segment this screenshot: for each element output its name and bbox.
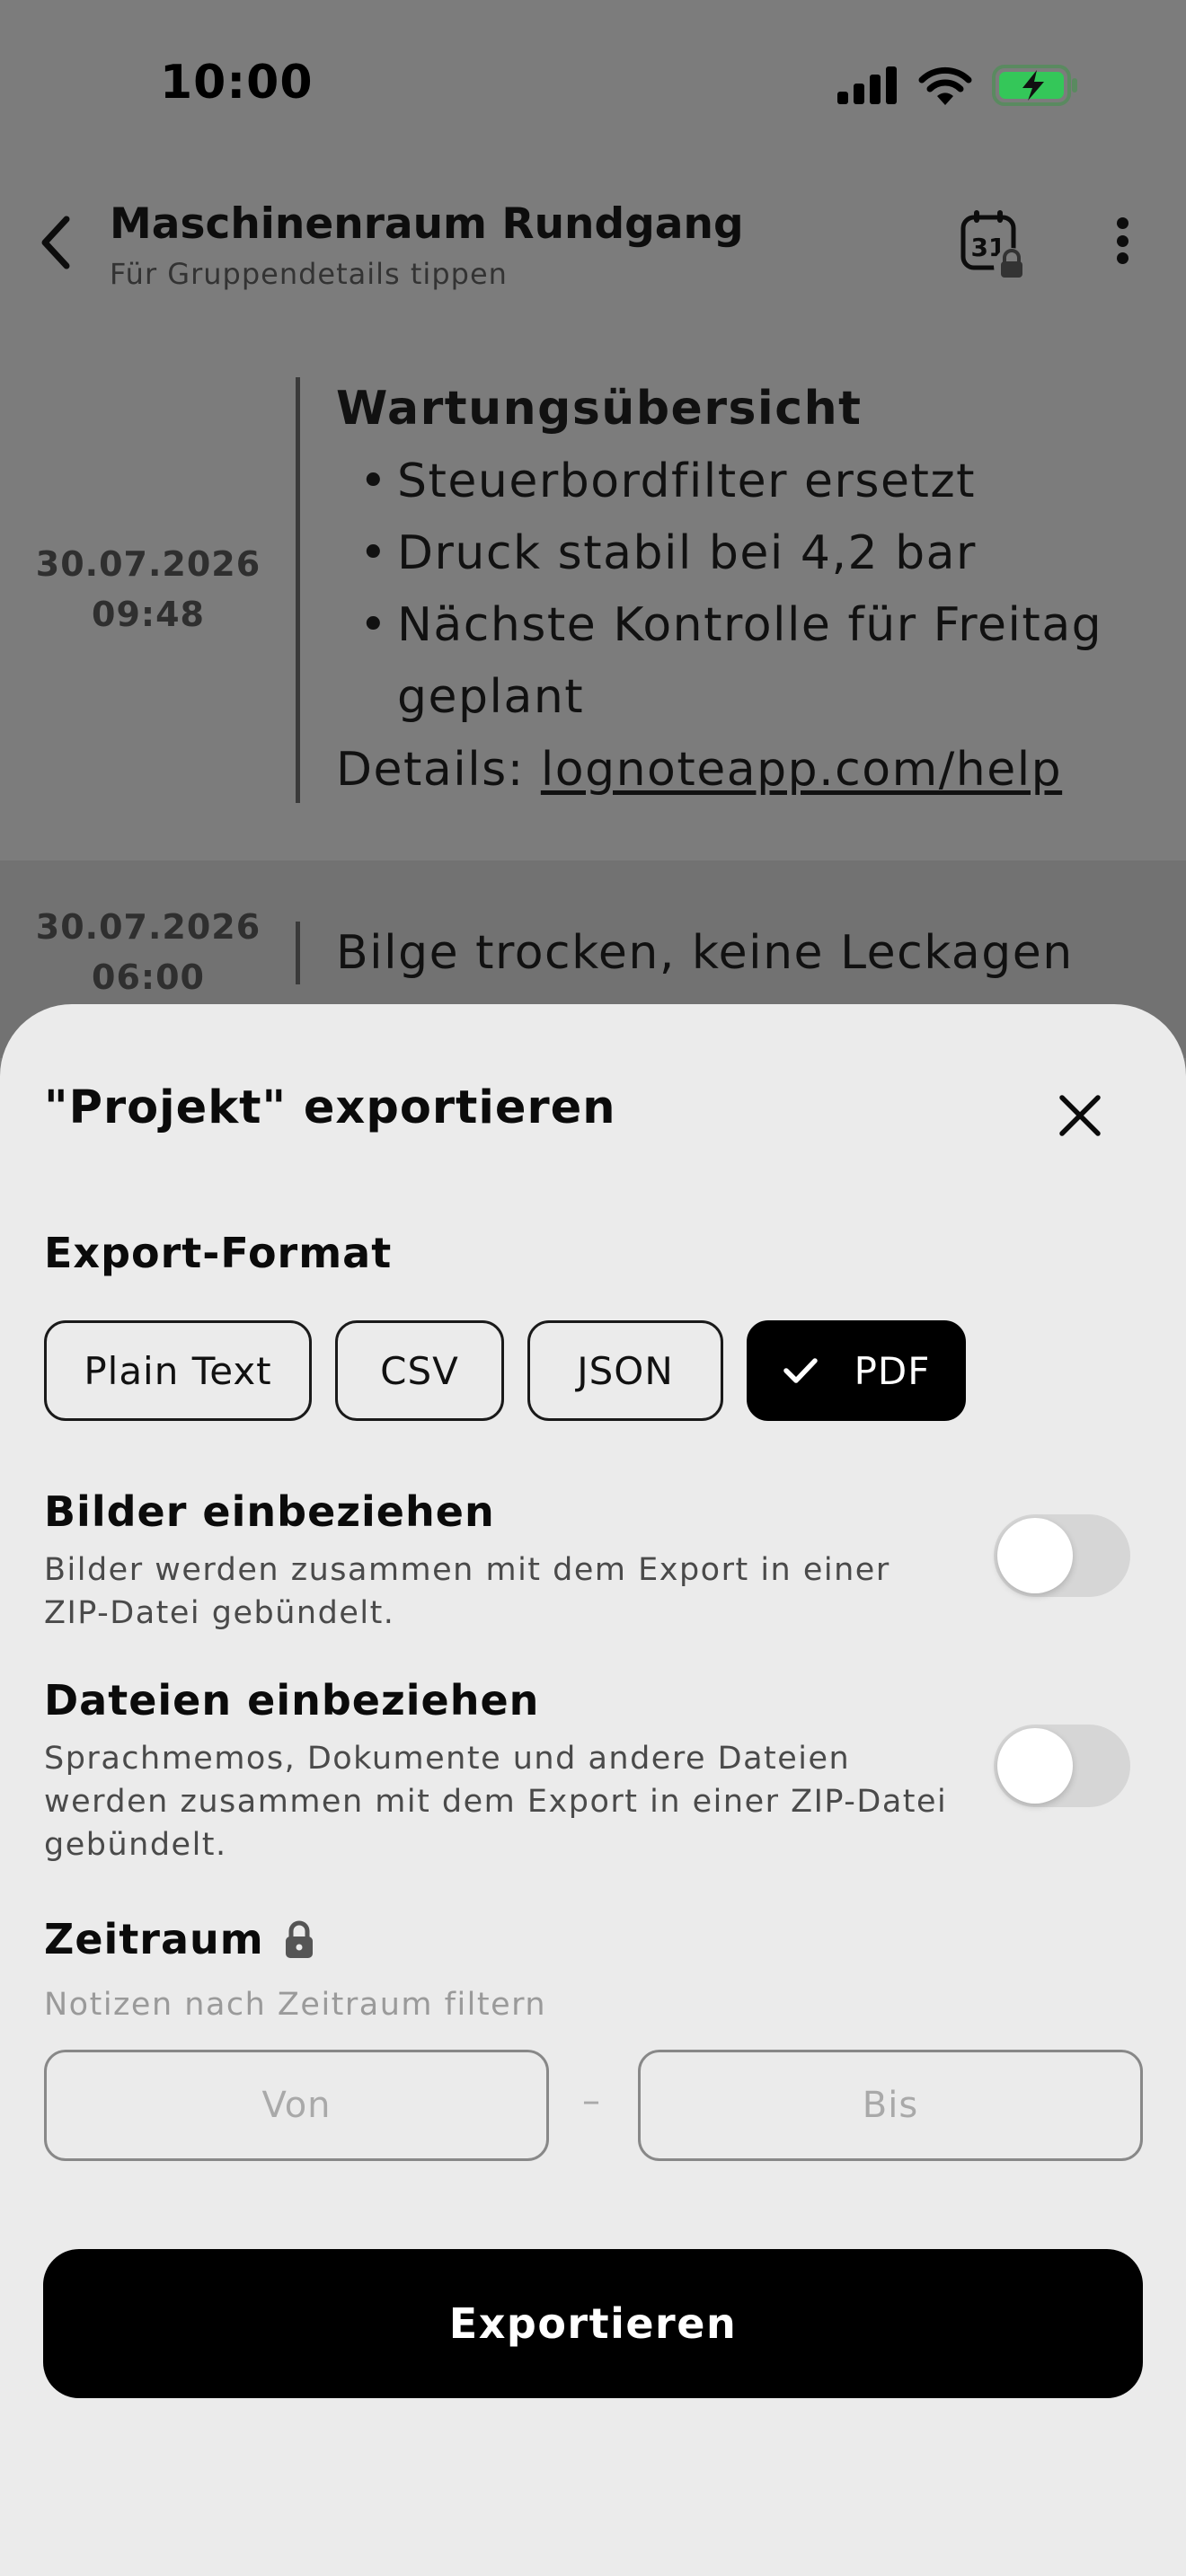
format-options: Plain Text CSV JSON PDF — [44, 1320, 966, 1421]
toggle-knob — [997, 1518, 1073, 1593]
note-time: 06:00 — [92, 957, 205, 997]
export-sheet: "Projekt" exportieren Export-Format Plai… — [0, 1004, 1186, 2576]
calendar-button[interactable]: 31 — [960, 208, 1031, 286]
help-link[interactable]: lognoteapp.com/help — [541, 743, 1062, 797]
status-time: 10:00 — [160, 56, 314, 110]
close-icon — [1059, 1095, 1101, 1136]
screen: 10:00 Maschinenraum Rundgang Für Gruppen… — [0, 0, 1186, 2576]
note-content[interactable]: Wartungsübersicht Steuerbordfilter erset… — [336, 372, 1145, 807]
note-heading: Wartungsübersicht — [336, 382, 863, 436]
date-from-field[interactable]: Von — [44, 2050, 549, 2161]
more-vertical-icon-dot — [1116, 217, 1128, 229]
note-time: 09:48 — [92, 595, 205, 634]
format-pdf-label: PDF — [854, 1348, 931, 1393]
note-divider — [296, 377, 300, 803]
sheet-title: "Projekt" exportieren — [44, 1081, 616, 1134]
more-vertical-icon-dot — [1116, 234, 1128, 247]
format-json-button[interactable]: JSON — [527, 1320, 723, 1421]
lock-icon — [285, 1920, 313, 1958]
note-bullet-list: Steuerbordfilter ersetzt Druck stabil be… — [336, 446, 1145, 733]
format-pdf-button[interactable]: PDF — [747, 1320, 966, 1421]
export-button[interactable]: Exportieren — [43, 2249, 1143, 2398]
note-timestamp: 30.07.2026 09:48 — [0, 539, 296, 640]
battery-charging-icon — [992, 65, 1077, 106]
note-timestamp: 30.07.2026 06:00 — [0, 902, 296, 1002]
date-range-title-text: Zeitraum — [44, 1915, 264, 1963]
format-csv-button[interactable]: CSV — [335, 1320, 504, 1421]
toggle-knob — [997, 1728, 1073, 1804]
checkmark-icon — [783, 1358, 818, 1383]
date-range-title: Zeitraum — [44, 1915, 314, 1963]
cellular-signal-icon — [837, 66, 897, 104]
note-details: Details: lognoteapp.com/help — [336, 733, 1145, 807]
note-divider — [296, 922, 300, 984]
note-bullet: Druck stabil bei 4,2 bar — [336, 517, 1145, 589]
date-range-hint: Notizen nach Zeitraum filtern — [44, 1987, 547, 2023]
include-files-toggle[interactable] — [994, 1725, 1130, 1807]
more-vertical-icon-dot — [1116, 252, 1128, 264]
back-chevron-icon — [41, 216, 70, 269]
note-details-label: Details: — [336, 743, 541, 797]
date-range-separator: – — [582, 2080, 600, 2122]
format-plain-text-button[interactable]: Plain Text — [44, 1320, 312, 1421]
note-bullet: Nächste Kontrolle für Freitag geplant — [336, 589, 1145, 733]
include-images-description: Bilder werden zusammen mit dem Export in… — [44, 1552, 890, 1631]
calendar-lock-icon: 31 — [960, 210, 1030, 284]
note-date: 30.07.2026 — [35, 544, 261, 584]
more-options-button[interactable] — [1100, 212, 1145, 269]
group-title[interactable]: Maschinenraum Rundgang — [110, 199, 744, 249]
wifi-icon — [918, 66, 972, 105]
export-format-title: Export-Format — [44, 1229, 393, 1277]
back-button[interactable] — [32, 208, 79, 277]
close-button[interactable] — [1051, 1087, 1109, 1144]
date-to-field[interactable]: Bis — [638, 2050, 1143, 2161]
note-date: 30.07.2026 — [35, 907, 261, 947]
include-images-title: Bilder einbeziehen — [44, 1487, 495, 1536]
group-subtitle[interactable]: Für Gruppendetails tippen — [110, 257, 508, 291]
include-files-description: Sprachmemos, Dokumente und andere Dateie… — [44, 1741, 948, 1863]
note-bullet: Steuerbordfilter ersetzt — [336, 446, 1145, 517]
include-images-toggle[interactable] — [994, 1514, 1130, 1597]
note-content[interactable]: Bilge trocken, keine Leckagen — [336, 916, 1074, 990]
status-icons — [837, 65, 1078, 106]
include-files-title: Dateien einbeziehen — [44, 1676, 540, 1725]
